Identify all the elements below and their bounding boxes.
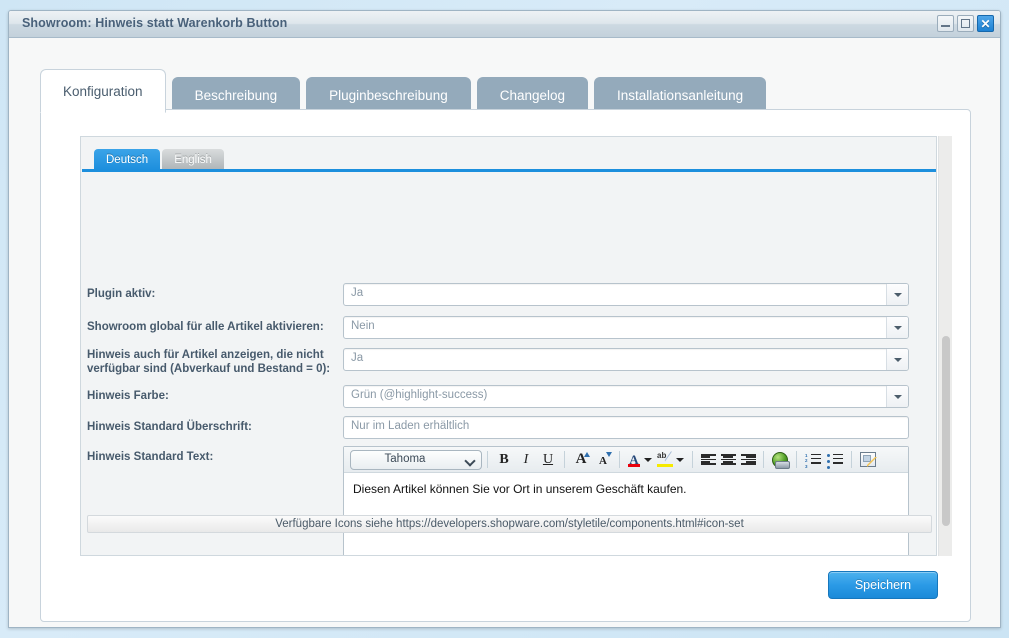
save-button[interactable]: Speichern (828, 571, 938, 599)
toolbar-separator (763, 451, 764, 468)
rich-text-editor: Tahoma B I U A A A ab 1 2 3 Diesen Artik… (343, 446, 909, 555)
glyph: ab (657, 451, 667, 460)
globe-icon (772, 451, 790, 469)
language-tab-underline (82, 169, 936, 172)
triangle-up-icon (584, 452, 590, 457)
editor-text: Diesen Artikel können Sie vor Ort in uns… (353, 482, 687, 496)
icon-hint-bar: Verfügbare Icons siehe https://developer… (87, 515, 932, 533)
font-color-icon[interactable]: A (625, 449, 643, 470)
underline-icon[interactable]: U (537, 449, 559, 470)
tab-installationsanleitung[interactable]: Installationsanleitung (594, 77, 767, 113)
footer-divider (99, 560, 938, 561)
tab-label: Installationsanleitung (617, 88, 744, 103)
align-left-glyph (700, 454, 716, 465)
select-hinweis-nicht-verfuegbar[interactable]: Ja (343, 348, 909, 371)
italic-icon[interactable]: I (515, 449, 537, 470)
chevron-down-icon[interactable] (886, 349, 908, 370)
tab-strip: Konfiguration Beschreibung Pluginbeschre… (40, 69, 971, 113)
toolbar-separator (692, 451, 693, 468)
tab-konfiguration[interactable]: Konfiguration (40, 69, 166, 113)
save-button-label: Speichern (854, 578, 912, 592)
chevron-down-icon[interactable] (886, 386, 908, 407)
source-page-glyph (860, 452, 877, 467)
tab-beschreibung[interactable]: Beschreibung (171, 77, 301, 113)
highlight-color-icon[interactable]: ab (655, 449, 675, 470)
decrease-font-size-icon[interactable]: A (592, 449, 614, 470)
field-label: Hinweis Standard Überschrift: (87, 421, 252, 433)
field-label: Hinweis Farbe: (87, 390, 169, 402)
bold-icon[interactable]: B (493, 449, 515, 470)
numbered-list-glyph: 123 (805, 453, 821, 469)
align-left-icon[interactable] (698, 449, 718, 470)
insert-link-icon[interactable] (769, 449, 791, 470)
language-tab-label: English (174, 153, 212, 166)
plugin-config-window: Showroom: Hinweis statt Warenkorb Button… (8, 10, 1001, 628)
chevron-down-icon (466, 457, 474, 462)
select-showroom-global[interactable]: Nein (343, 316, 909, 339)
editor-toolbar: Tahoma B I U A A A ab 1 2 3 (344, 447, 908, 473)
toolbar-separator (619, 451, 620, 468)
field-label: Showroom global für alle Artikel aktivie… (87, 321, 324, 333)
align-center-icon[interactable] (718, 449, 738, 470)
select-value: Ja (351, 287, 364, 299)
font-family-value: Tahoma (384, 452, 426, 465)
chevron-down-icon[interactable] (886, 284, 908, 305)
close-button[interactable]: ✕ (977, 15, 994, 32)
tab-label: Pluginbeschreibung (329, 88, 448, 103)
align-center-glyph (720, 454, 736, 465)
tab-bar: Konfiguration Beschreibung Pluginbeschre… (40, 69, 971, 113)
select-value: Grün (@highlight-success) (351, 389, 488, 401)
bulleted-list-icon[interactable] (824, 449, 846, 470)
tab-changelog[interactable]: Changelog (476, 77, 589, 113)
field-label: Plugin aktiv: (87, 288, 156, 300)
window-title: Showroom: Hinweis statt Warenkorb Button (22, 16, 288, 30)
scrollbar-thumb[interactable] (942, 336, 950, 526)
select-value: Nein (351, 320, 375, 332)
font-color-swatch (628, 464, 640, 467)
maximize-icon (961, 19, 970, 28)
language-tab-english[interactable]: English (162, 149, 224, 170)
minimize-icon (941, 25, 950, 27)
toolbar-separator (851, 451, 852, 468)
field-label: Hinweis Standard Text: (87, 451, 214, 463)
maximize-button[interactable] (957, 15, 974, 32)
highlight-color-swatch (657, 464, 673, 467)
config-panel: Deutsch English Plugin aktiv: Ja Showroo… (40, 109, 971, 622)
language-tab-deutsch[interactable]: Deutsch (94, 149, 161, 170)
vertical-scrollbar[interactable] (938, 136, 952, 556)
toolbar-separator (796, 451, 797, 468)
config-form-container: Deutsch English Plugin aktiv: Ja Showroo… (80, 136, 937, 556)
tab-label: Changelog (499, 88, 566, 103)
window-titlebar: Showroom: Hinweis statt Warenkorb Button… (9, 11, 1000, 38)
close-icon: ✕ (980, 16, 991, 31)
align-right-glyph (740, 454, 756, 465)
language-tab-label: Deutsch (106, 153, 149, 166)
tab-label: Beschreibung (194, 88, 278, 103)
highlight-color-dropdown-icon[interactable] (676, 457, 684, 462)
increase-font-size-icon[interactable]: A (570, 449, 592, 470)
toolbar-separator (564, 451, 565, 468)
select-value: Ja (351, 352, 364, 364)
numbered-list-icon[interactable]: 123 (802, 449, 824, 470)
field-label: Hinweis auch für Artikel anzeigen, die n… (87, 349, 331, 375)
align-right-icon[interactable] (738, 449, 758, 470)
toolbar-separator (487, 451, 488, 468)
font-color-dropdown-icon[interactable] (644, 457, 652, 462)
edit-source-icon[interactable] (857, 449, 879, 470)
chevron-down-icon[interactable] (886, 317, 908, 338)
language-tab-strip: Deutsch English (94, 149, 224, 170)
window-controls: ✕ (937, 15, 994, 32)
input-value: Nur im Laden erhältlich (351, 420, 470, 432)
select-hinweis-farbe[interactable]: Grün (@highlight-success) (343, 385, 909, 408)
tab-label: Konfiguration (63, 83, 143, 99)
triangle-down-icon (606, 452, 612, 457)
minimize-button[interactable] (937, 15, 954, 32)
input-standard-ueberschrift[interactable]: Nur im Laden erhältlich (343, 416, 909, 439)
tab-pluginbeschreibung[interactable]: Pluginbeschreibung (306, 77, 471, 113)
bulleted-list-glyph (827, 453, 843, 469)
font-family-select[interactable]: Tahoma (350, 449, 482, 470)
icon-hint-text: Verfügbare Icons siehe https://developer… (275, 518, 744, 530)
select-plugin-aktiv[interactable]: Ja (343, 283, 909, 306)
